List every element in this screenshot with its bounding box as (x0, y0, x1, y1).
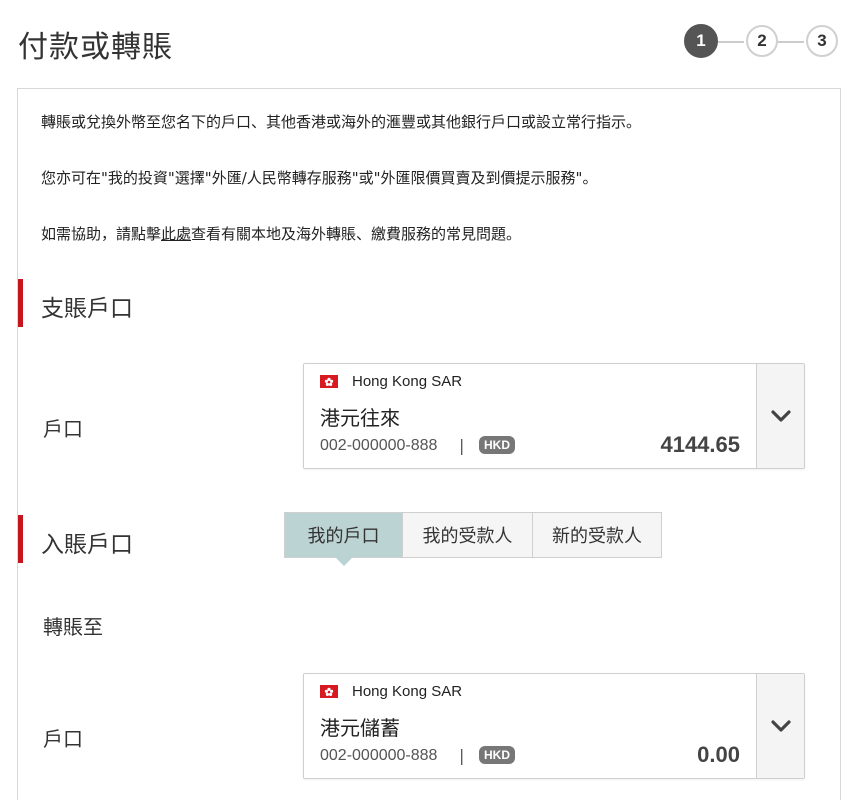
progress-stepper: 1 2 3 (684, 24, 840, 60)
to-account-dropdown-button[interactable] (756, 674, 804, 778)
account-name: 港元往來 (320, 406, 400, 430)
transfer-form-card: 轉賬或兌換外幣至您名下的戶口、其他香港或海外的滙豐或其他銀行戶口或設立常行指示。… (17, 88, 841, 800)
step-1: 1 (684, 24, 718, 58)
account-balance: 4144.65 (660, 432, 740, 457)
from-section-title: 支賬戶口 (41, 296, 133, 322)
from-account-summary[interactable]: Hong Kong SAR 港元往來 002-000000-888 | HKD … (304, 364, 758, 468)
account-region: Hong Kong SAR (352, 373, 463, 390)
intro-line-1: 轉賬或兌換外幣至您名下的戶口、其他香港或海外的滙豐或其他銀行戶口或設立常行指示。 (41, 113, 642, 131)
account-balance: 0.00 (697, 742, 740, 767)
from-account-selector[interactable]: Hong Kong SAR 港元往來 002-000000-888 | HKD … (303, 363, 805, 469)
transfer-to-tabs: 我的戶口 我的受款人 新的受款人 (284, 512, 662, 566)
to-account-label: 戶口 (43, 727, 83, 751)
chevron-down-icon (770, 410, 791, 422)
step-3: 3 (806, 25, 838, 57)
from-account-label: 戶口 (43, 417, 83, 441)
step-connector (718, 41, 744, 43)
tab-my-payees[interactable]: 我的受款人 (403, 513, 533, 557)
tab-my-accounts[interactable]: 我的戶口 (285, 513, 403, 566)
to-account-selector[interactable]: Hong Kong SAR 港元儲蓄 002-000000-888 | HKD … (303, 673, 805, 779)
account-separator: | (459, 746, 465, 765)
intro-line-3: 如需協助，請點擊此處查看有關本地及海外轉賬、繳費服務的常見問題。 (41, 223, 521, 244)
to-section-title: 入賬戶口 (41, 532, 133, 558)
page-title: 付款或轉賬 (18, 30, 173, 65)
section-accent-bar (18, 515, 23, 563)
account-number: 002-000000-888 (320, 437, 438, 454)
from-account-dropdown-button[interactable] (756, 364, 804, 468)
section-accent-bar (18, 279, 23, 327)
transfer-to-label: 轉賬至 (43, 615, 103, 639)
account-number: 002-000000-888 (320, 747, 438, 764)
help-text-suffix: 查看有關本地及海外轉賬、繳費服務的常見問題。 (191, 225, 522, 243)
step-connector (778, 41, 804, 43)
hong-kong-flag-icon (320, 685, 338, 698)
currency-badge: HKD (479, 436, 515, 454)
help-link[interactable]: 此處 (161, 225, 191, 243)
intro-line-2: 您亦可在"我的投資"選擇"外匯/人民幣轉存服務"或"外匯限價買賣及到價提示服務"… (41, 169, 598, 187)
account-separator: | (459, 436, 465, 455)
chevron-down-icon (770, 720, 791, 732)
tab-new-payee[interactable]: 新的受款人 (533, 513, 661, 557)
hong-kong-flag-icon (320, 375, 338, 388)
to-account-summary[interactable]: Hong Kong SAR 港元儲蓄 002-000000-888 | HKD … (304, 674, 758, 778)
help-text-prefix: 如需協助，請點擊 (41, 225, 162, 243)
currency-badge: HKD (479, 746, 515, 764)
step-2: 2 (746, 25, 778, 57)
account-region: Hong Kong SAR (352, 683, 463, 700)
account-name: 港元儲蓄 (320, 716, 400, 740)
